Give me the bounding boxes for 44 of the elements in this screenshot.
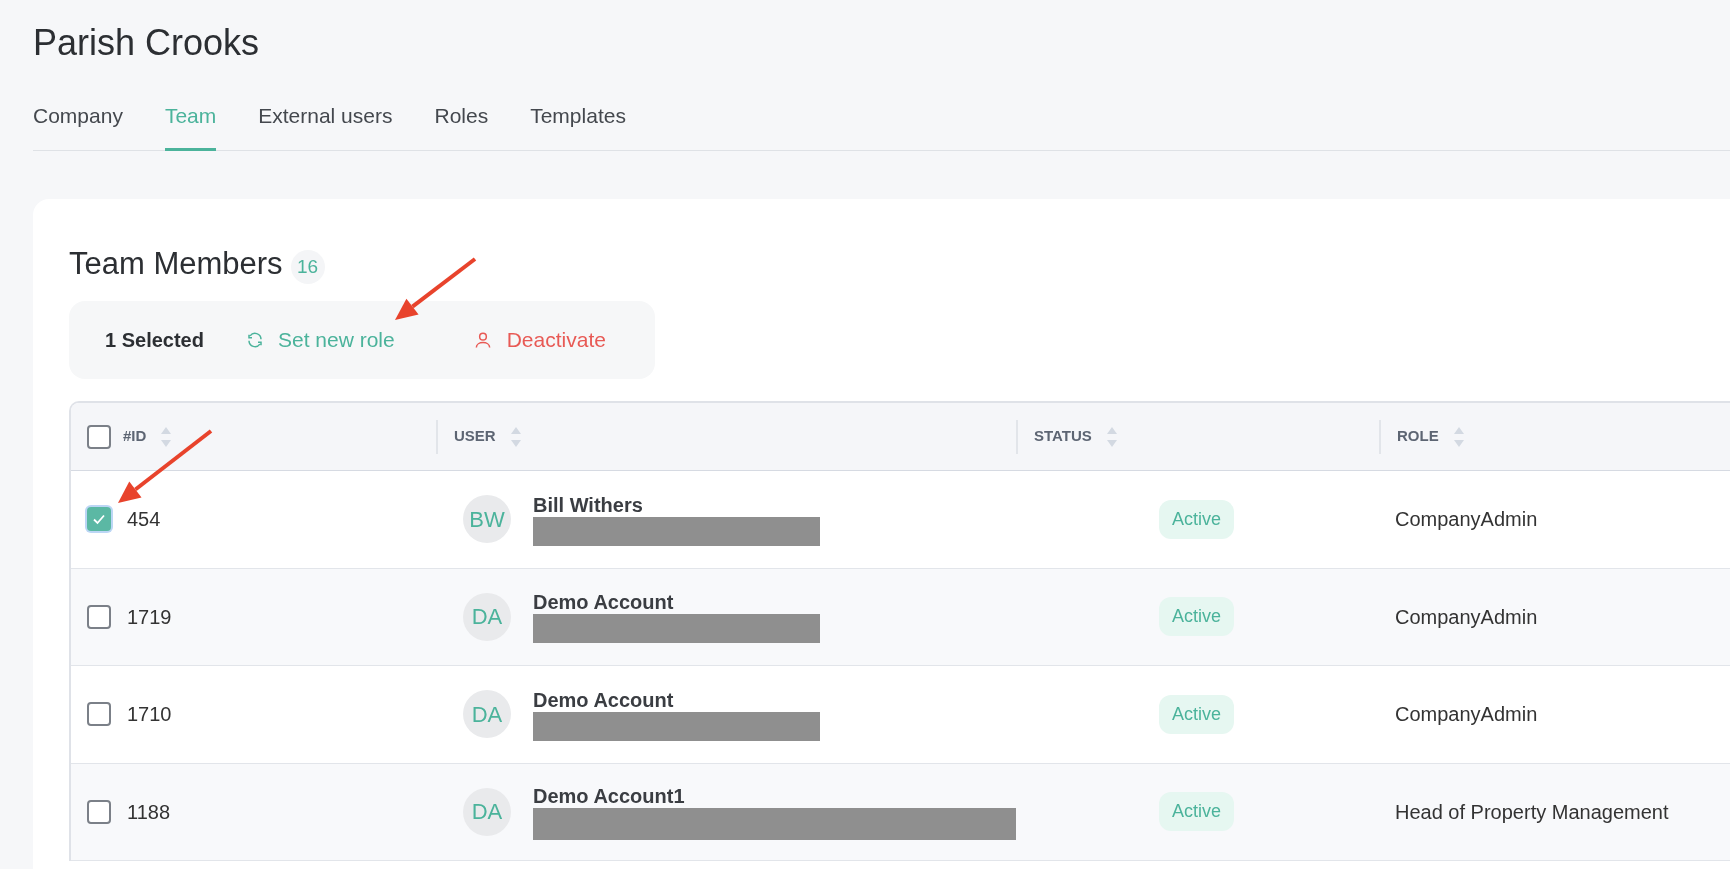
page-title: Parish Crooks [33, 22, 261, 64]
refresh-icon [245, 331, 264, 349]
role-cell: CompanyAdmin [1395, 703, 1538, 726]
checkbox[interactable] [87, 507, 111, 532]
tab[interactable]: Templates [530, 100, 626, 151]
checkbox[interactable] [87, 604, 111, 629]
sort-icon[interactable] [1105, 425, 1118, 448]
tab[interactable]: External users [258, 100, 393, 151]
avatar: DA [463, 690, 511, 739]
checkmark-icon [92, 512, 106, 527]
user-name: Bill Withers [533, 492, 644, 517]
user-name: Demo Account [533, 590, 675, 615]
checkbox[interactable] [87, 799, 111, 824]
role-cell: CompanyAdmin [1395, 508, 1538, 531]
sort-icon[interactable] [1452, 425, 1465, 448]
checkbox[interactable] [87, 424, 111, 449]
status-badge: Active [1159, 597, 1235, 637]
avatar: DA [463, 592, 511, 641]
column-header[interactable]: STATUS [1034, 425, 1092, 448]
id-cell-text: 1710 [127, 702, 172, 728]
tab[interactable]: Company [33, 100, 123, 151]
status-badge: Active [1159, 694, 1235, 734]
user-name: Demo Account1 [533, 783, 686, 808]
count-badge: 16 [290, 249, 325, 284]
role-cell: Head of Property Management [1395, 800, 1669, 823]
id-cell-text: 454 [127, 507, 161, 533]
column-header[interactable]: ROLE [1397, 425, 1439, 448]
role-cell: CompanyAdmin [1395, 605, 1538, 628]
user-name: Demo Account [533, 687, 675, 712]
id-cell-text: 1719 [127, 604, 172, 630]
section-title: Team Members [69, 244, 283, 283]
tab[interactable]: Roles [434, 100, 489, 151]
checkbox[interactable] [87, 702, 111, 727]
avatar: BW [463, 495, 511, 544]
column-header[interactable]: #ID [123, 425, 147, 448]
sort-icon[interactable] [160, 425, 173, 448]
deactivate-button[interactable]: Deactivate [472, 324, 606, 356]
selected-count: 1 Selected [105, 328, 204, 353]
status-badge: Active [1159, 499, 1235, 539]
sort-icon[interactable] [509, 425, 522, 448]
column-header[interactable]: USER [454, 425, 496, 448]
status-badge: Active [1159, 792, 1235, 832]
avatar: DA [463, 787, 511, 836]
id-cell-text: 1188 [127, 799, 170, 825]
